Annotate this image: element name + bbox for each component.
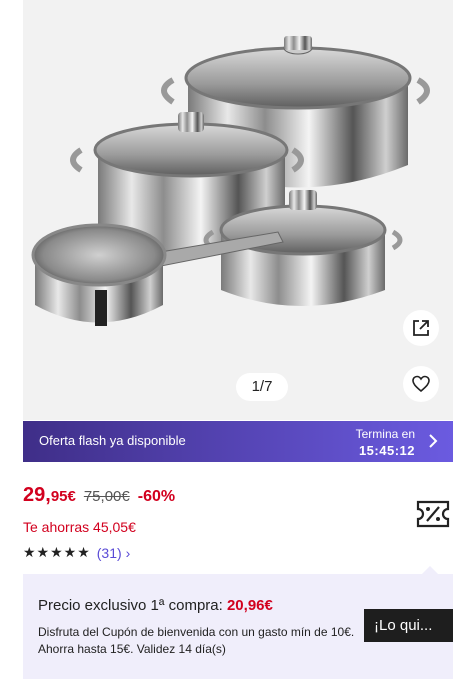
flash-sale-label: Oferta flash ya disponible	[39, 433, 186, 448]
product-image-gallery[interactable]: 1/7	[23, 0, 453, 420]
chevron-right-icon	[429, 434, 438, 448]
current-price-integer: 29,	[23, 484, 51, 506]
saving-amount: Te ahorras 45,05€	[23, 519, 136, 535]
reviews-arrow-icon: ›	[125, 544, 131, 561]
rating-summary[interactable]: ★★★★★ (31) ›	[23, 544, 130, 561]
product-image	[31, 36, 430, 326]
promo-price: 20,96€	[226, 597, 273, 614]
price-row: 29, 95€ 75,00€ -60%	[23, 484, 175, 510]
original-price: 75,00€	[83, 488, 130, 505]
promo-description: Disfruta del Cupón de bienvenida con un …	[38, 625, 355, 656]
current-price-decimal: 95€	[50, 488, 76, 505]
flash-sale-ends-label: Termina en	[355, 427, 415, 441]
coupon-button[interactable]	[415, 498, 451, 535]
claim-coupon-button[interactable]: ¡Lo qui...	[364, 609, 453, 642]
favorite-button[interactable]	[403, 366, 439, 402]
image-counter: 1/7	[236, 373, 288, 401]
first-purchase-promo: Precio exclusivo 1ª compra: 20,96€ Disfr…	[23, 574, 453, 679]
flash-sale-banner[interactable]: Oferta flash ya disponible Termina en 15…	[23, 421, 453, 462]
rating-stars: ★★★★★	[23, 544, 91, 560]
heart-icon	[412, 375, 430, 393]
review-count[interactable]: (31)	[97, 545, 122, 561]
discount-percent: -60%	[137, 488, 176, 505]
flash-sale-countdown: 15:45:12	[358, 443, 415, 458]
share-button[interactable]	[403, 310, 439, 346]
promo-title: Precio exclusivo 1ª compra: 20,96€	[38, 597, 273, 614]
share-external-icon	[413, 320, 429, 336]
coupon-ticket-icon	[416, 500, 450, 528]
promo-title-prefix: Precio exclusivo 1ª compra:	[38, 597, 227, 614]
